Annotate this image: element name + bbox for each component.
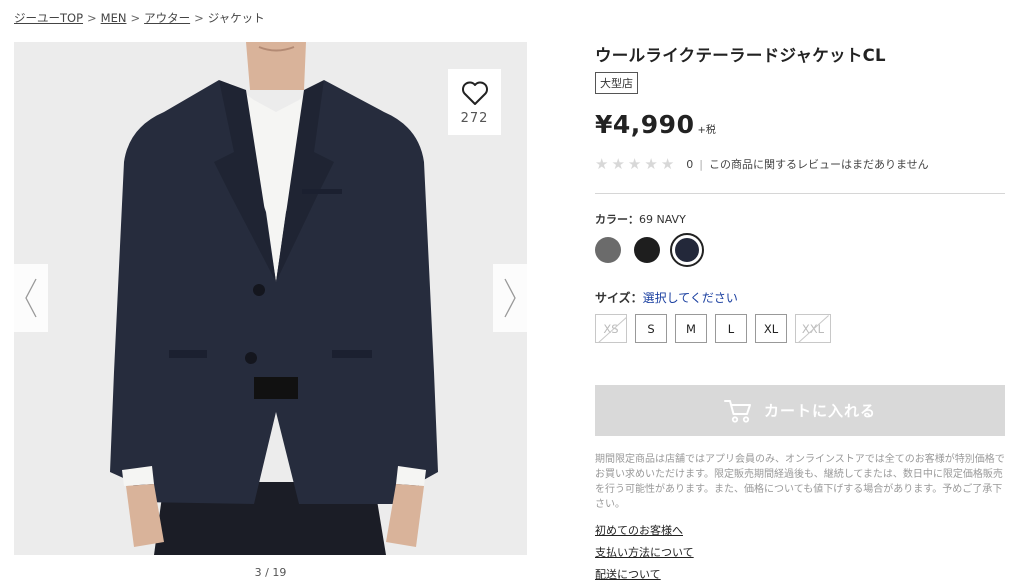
rating-stars: ★ ★ ★ ★ ★: [595, 154, 675, 173]
size-label: サイズ：選択してください: [595, 289, 738, 306]
size-option-xs[interactable]: XS: [595, 314, 627, 343]
breadcrumb-separator: >: [87, 11, 97, 25]
color-swatch-gray[interactable]: [595, 237, 621, 263]
color-swatches: [595, 233, 717, 267]
favorite-count: 272: [460, 111, 489, 126]
store-tag: 大型店: [595, 72, 638, 94]
add-to-cart-label: カートに入れる: [763, 402, 876, 420]
shipping-link[interactable]: 配送について: [595, 566, 694, 582]
size-options: XS S M L XL XXL: [595, 314, 839, 343]
favorite-button[interactable]: 272: [448, 69, 501, 135]
size-option-l[interactable]: L: [715, 314, 747, 343]
size-label-key: サイズ：: [595, 291, 643, 305]
star-icon: ★: [611, 154, 625, 173]
sale-notice: 期間限定商品は店舗ではアプリ会員のみ、オンラインストアでは全てのお客様が特別価格…: [595, 454, 1005, 510]
review-separator: |: [699, 157, 703, 171]
add-to-cart-button[interactable]: カートに入れる: [595, 385, 1005, 436]
rating-summary: ★ ★ ★ ★ ★ 0 | この商品に関するレビューはまだありません: [595, 156, 929, 172]
color-label: カラー：69 NAVY: [595, 211, 686, 227]
size-option-xxl[interactable]: XXL: [795, 314, 831, 343]
gallery-pager: 3 / 19: [254, 566, 287, 579]
breadcrumb-link-top[interactable]: ジーユーTOP: [14, 11, 83, 25]
breadcrumb: ジーユーTOP > MEN > アウター > ジャケット: [14, 10, 265, 26]
price-amount: ¥4,990: [595, 110, 695, 139]
star-icon: ★: [627, 154, 642, 173]
breadcrumb-link-outer[interactable]: アウター: [144, 11, 190, 25]
size-option-s[interactable]: S: [635, 314, 667, 343]
tax-note: +税: [697, 125, 716, 136]
chevron-left-icon: [25, 278, 37, 318]
breadcrumb-current: ジャケット: [207, 11, 265, 25]
breadcrumb-separator: >: [130, 11, 141, 25]
breadcrumb-separator: >: [194, 11, 204, 25]
star-icon: ★: [595, 154, 609, 173]
size-option-m[interactable]: M: [675, 314, 707, 343]
color-label-key: カラー：: [595, 213, 639, 226]
breadcrumb-link-men[interactable]: MEN: [101, 11, 127, 25]
color-selected-value: 69 NAVY: [639, 213, 686, 226]
divider: [595, 193, 1005, 194]
payment-link[interactable]: 支払い方法について: [595, 544, 694, 560]
cart-icon: [723, 399, 751, 423]
heart-icon: [461, 81, 488, 105]
product-price: ¥4,990 +税: [595, 110, 716, 139]
gallery-next-button[interactable]: [493, 264, 527, 332]
color-swatch-navy[interactable]: [670, 233, 704, 267]
size-prompt: 選択してください: [642, 291, 738, 305]
review-text: この商品に関するレビューはまだありません: [708, 158, 929, 171]
product-title: ウールライクテーラードジャケットCL: [595, 46, 886, 65]
product-gallery: 272: [14, 42, 527, 555]
review-count: 0: [686, 157, 694, 171]
color-swatch-black[interactable]: [634, 237, 660, 263]
star-icon: ★: [660, 154, 675, 173]
help-links: 初めてのお客様へ 支払い方法について 配送について: [595, 522, 694, 584]
chevron-right-icon: [504, 278, 516, 318]
size-option-xl[interactable]: XL: [755, 314, 787, 343]
star-icon: ★: [644, 154, 658, 173]
first-time-link[interactable]: 初めてのお客様へ: [595, 522, 694, 538]
gallery-prev-button[interactable]: [14, 264, 48, 332]
